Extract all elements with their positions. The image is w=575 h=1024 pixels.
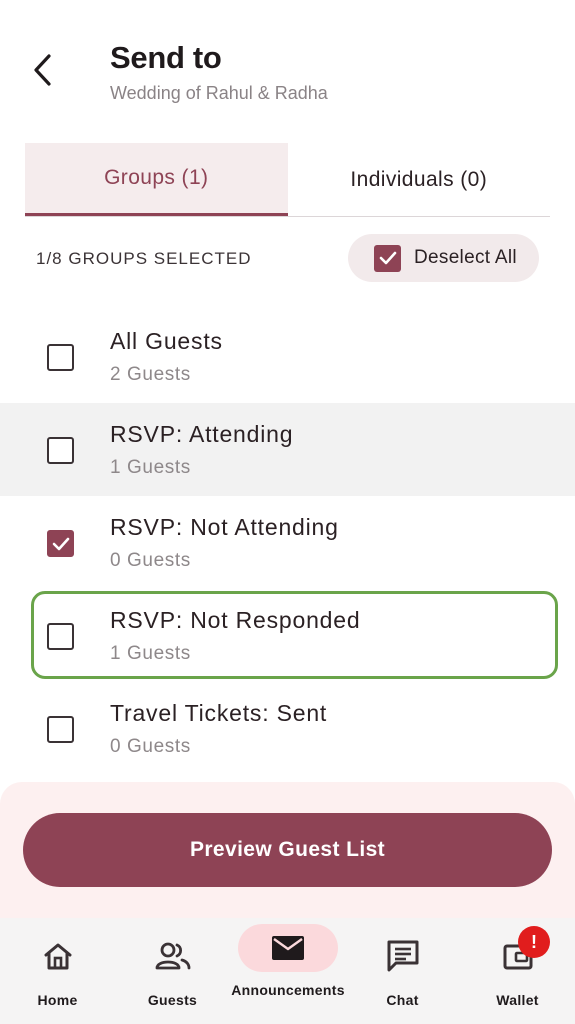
footer-panel: Preview Guest List	[0, 782, 575, 922]
group-name: RSVP: Not Attending	[110, 514, 339, 540]
selection-bar: 1/8 GROUPS SELECTED Deselect All	[0, 233, 575, 283]
group-name: RSVP: Not Responded	[110, 607, 361, 633]
nav-guests[interactable]: Guests	[115, 918, 230, 1024]
group-count: 1 Guests	[110, 643, 191, 664]
nav-label: Chat	[386, 992, 419, 1008]
nav-label: Wallet	[496, 992, 539, 1008]
group-row-rsvp-not-responded[interactable]: RSVP: Not Responded 1 Guests	[0, 589, 575, 682]
nav-label: Announcements	[231, 982, 345, 998]
group-count: 0 Guests	[110, 550, 191, 571]
mail-icon	[270, 930, 306, 966]
group-name: All Guests	[110, 328, 223, 354]
check-icon	[52, 537, 69, 550]
group-row-rsvp-not-attending[interactable]: RSVP: Not Attending 0 Guests	[0, 496, 575, 589]
notification-badge: !	[518, 926, 550, 958]
preview-guest-list-button[interactable]: Preview Guest List	[23, 813, 552, 887]
checkbox[interactable]	[47, 437, 74, 464]
deselect-all-button[interactable]: Deselect All	[348, 234, 539, 282]
selected-count: 1/8 GROUPS SELECTED	[36, 249, 252, 268]
page-subtitle: Wedding of Rahul & Radha	[110, 83, 328, 103]
group-list: All Guests 2 Guests RSVP: Attending 1 Gu…	[0, 310, 575, 775]
check-icon	[374, 244, 401, 272]
group-count: 1 Guests	[110, 457, 191, 478]
nav-chat[interactable]: Chat	[345, 918, 460, 1024]
header: Send to Wedding of Rahul & Radha	[0, 0, 575, 130]
people-icon	[155, 938, 191, 974]
page-title: Send to	[110, 40, 222, 75]
tab-bar: Groups (1) Individuals (0)	[25, 143, 550, 217]
nav-home[interactable]: Home	[0, 918, 115, 1024]
group-name: Travel Tickets: Sent	[110, 700, 328, 726]
deselect-all-label: Deselect All	[414, 247, 517, 268]
chevron-left-icon	[34, 54, 51, 86]
focus-ring	[31, 591, 558, 679]
checkbox[interactable]	[47, 623, 74, 650]
bottom-nav: Home Guests Announcements Chat Wallet	[0, 918, 575, 1024]
checkbox[interactable]	[47, 716, 74, 743]
nav-announcements[interactable]: Announcements	[230, 918, 345, 1024]
group-name: RSVP: Attending	[110, 421, 294, 447]
group-row-rsvp-attending[interactable]: RSVP: Attending 1 Guests	[0, 403, 575, 496]
group-row-all-guests[interactable]: All Guests 2 Guests	[0, 310, 575, 403]
group-count: 2 Guests	[110, 364, 191, 385]
checkbox-checked[interactable]	[47, 530, 74, 557]
checkbox[interactable]	[47, 344, 74, 371]
group-row-travel-tickets-sent[interactable]: Travel Tickets: Sent 0 Guests	[0, 682, 575, 775]
nav-label: Home	[37, 992, 78, 1008]
tab-groups[interactable]: Groups (1)	[25, 143, 288, 216]
tab-individuals[interactable]: Individuals (0)	[288, 143, 551, 216]
chat-icon	[385, 938, 421, 974]
home-icon	[40, 938, 76, 974]
back-button[interactable]	[22, 48, 62, 92]
nav-label: Guests	[147, 992, 198, 1008]
nav-wallet[interactable]: Wallet	[460, 918, 575, 1024]
group-count: 0 Guests	[110, 736, 191, 757]
